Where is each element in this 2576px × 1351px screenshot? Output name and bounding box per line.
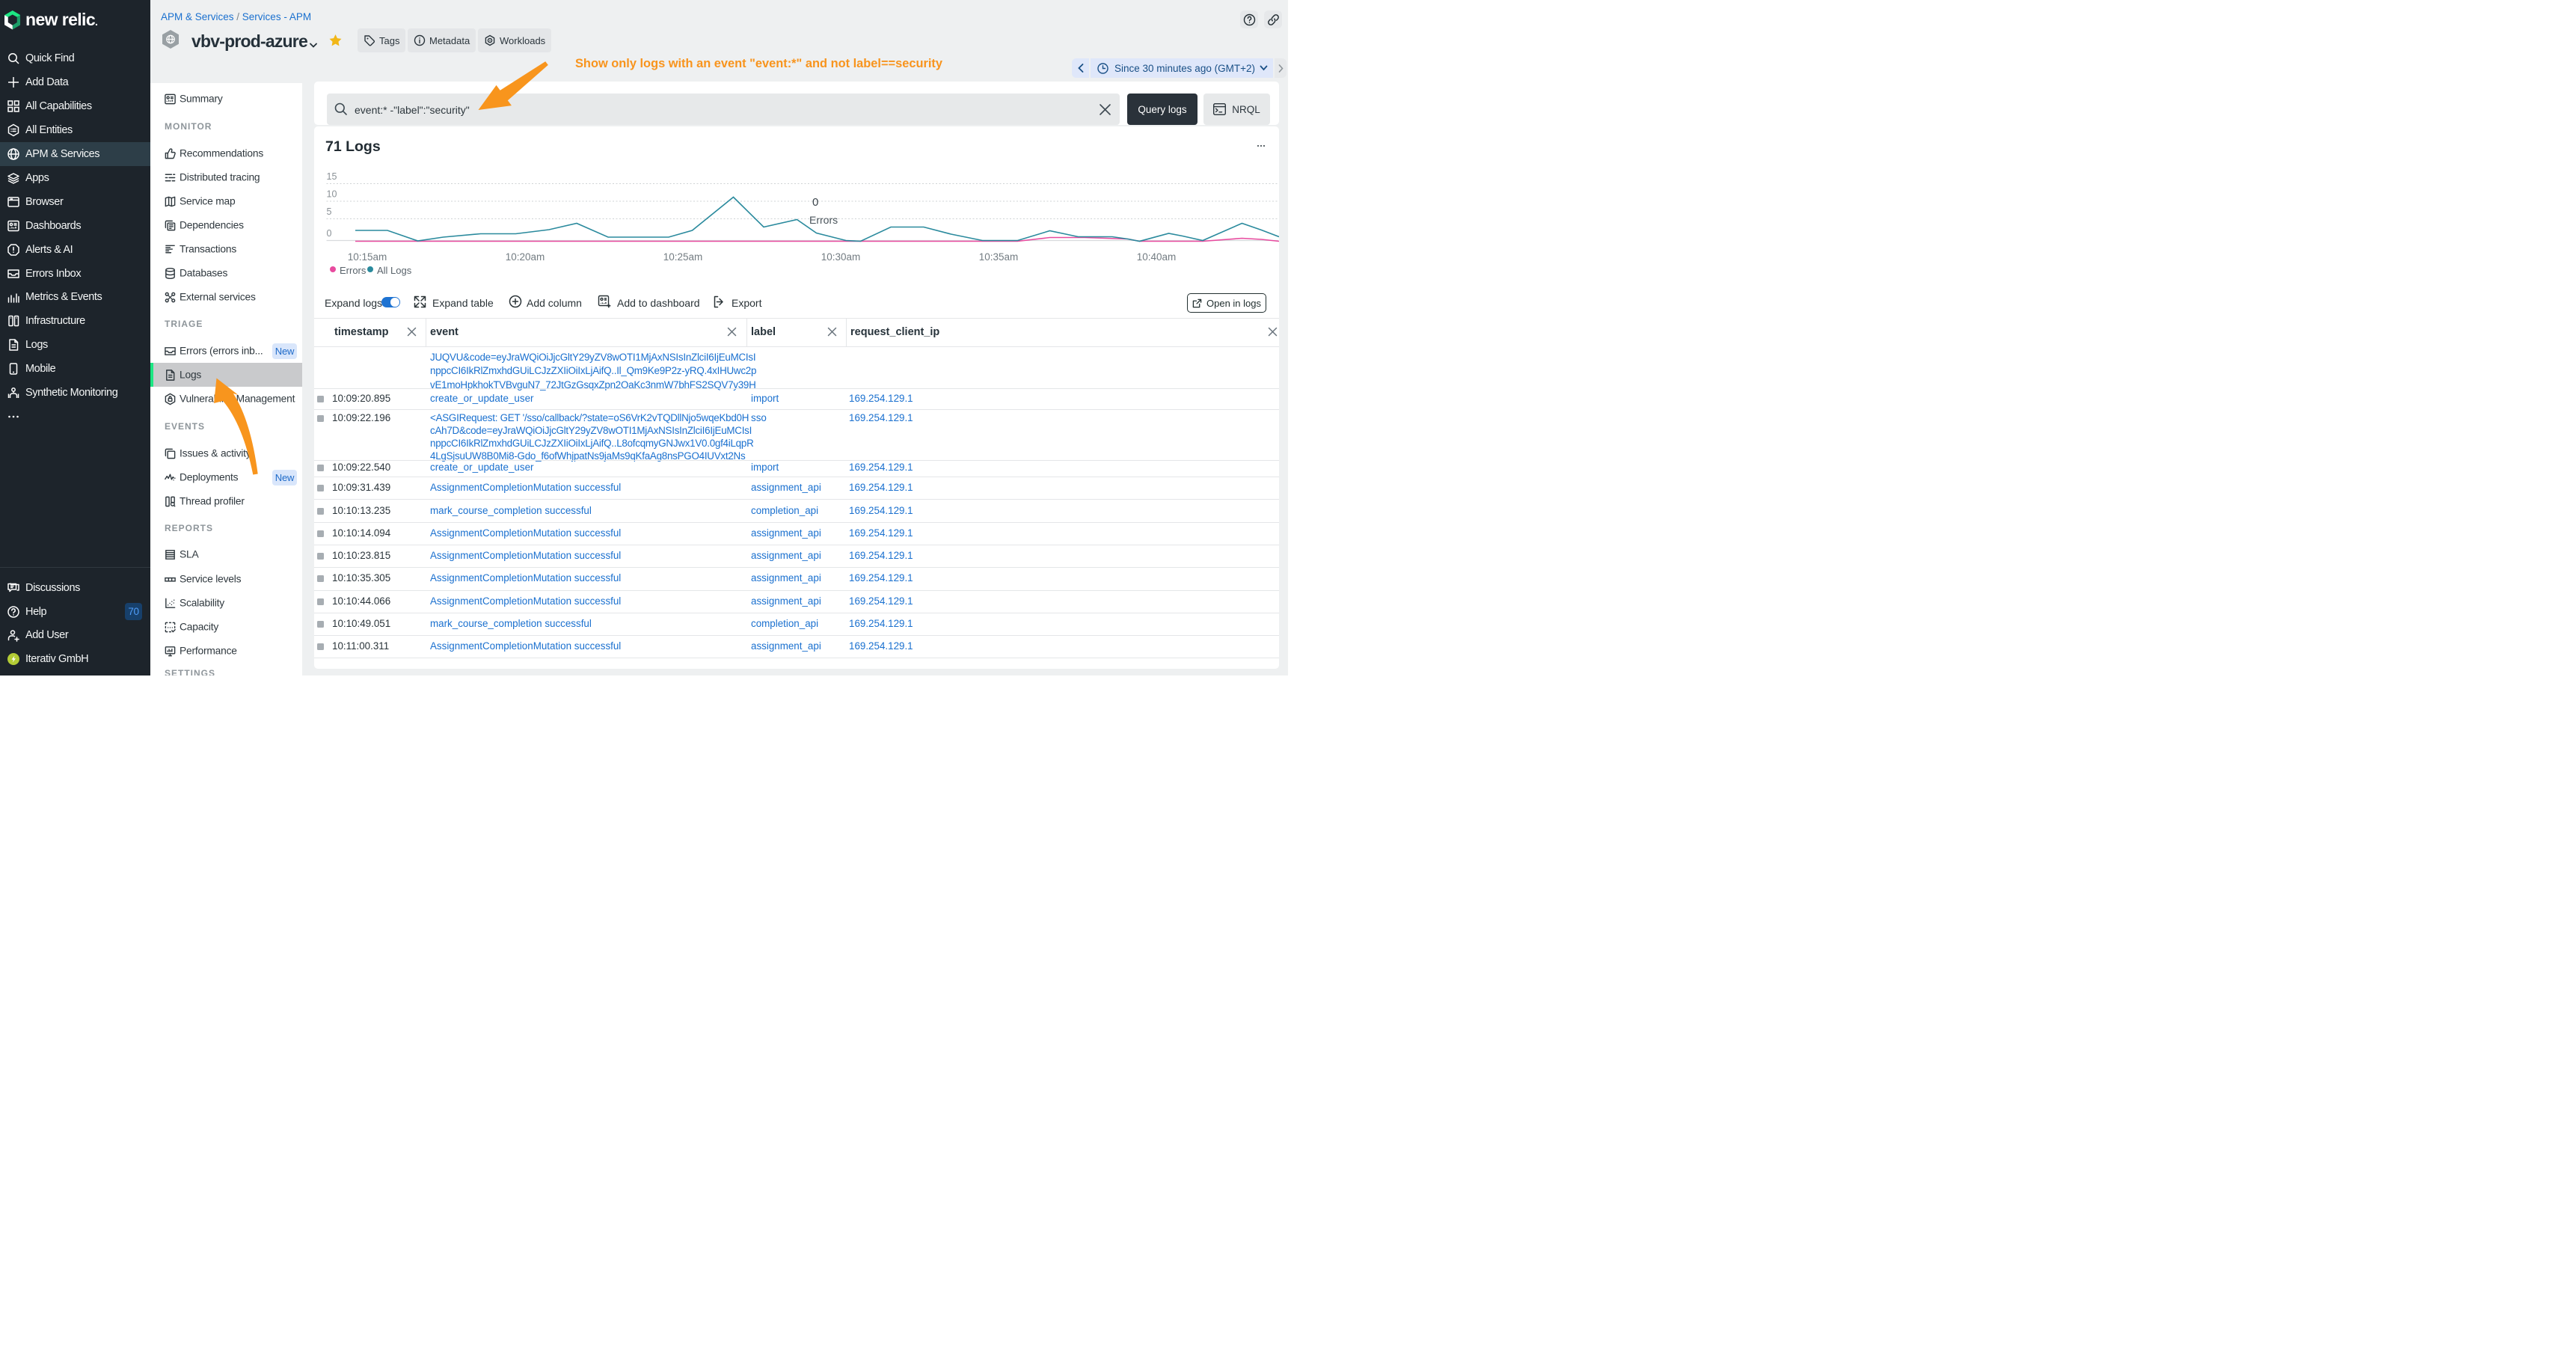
svg-text:0: 0 [327, 228, 332, 239]
svg-text:10:40am: 10:40am [1137, 251, 1177, 263]
svg-text:10:15am: 10:15am [348, 251, 387, 263]
svg-text:5: 5 [327, 206, 332, 217]
svg-text:10: 10 [327, 189, 337, 200]
svg-text:10:30am: 10:30am [821, 251, 861, 263]
svg-text:10:35am: 10:35am [979, 251, 1019, 263]
svg-text:0: 0 [812, 196, 818, 209]
svg-text:Errors: Errors [809, 214, 838, 226]
svg-text:15: 15 [327, 171, 337, 182]
svg-text:10:20am: 10:20am [506, 251, 545, 263]
svg-text:10:25am: 10:25am [663, 251, 703, 263]
